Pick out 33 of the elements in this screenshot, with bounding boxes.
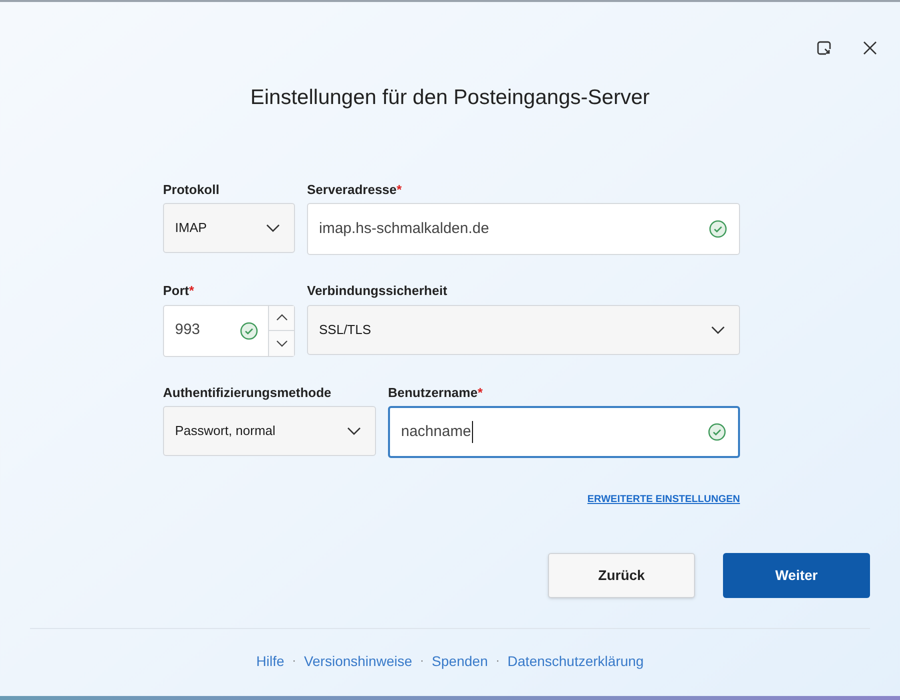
required-asterisk: *	[478, 384, 483, 402]
dropdown[interactable]: IMAP	[163, 203, 295, 253]
field-label: Port	[163, 282, 189, 300]
close-icon[interactable]	[862, 40, 878, 56]
footer-link[interactable]: Hilfe	[256, 651, 284, 672]
input-field[interactable]: nachname	[388, 406, 740, 458]
number-field[interactable]: 993	[163, 304, 295, 356]
advanced-settings-link[interactable]: ERWEITERTE EINSTELLUNGEN	[587, 492, 740, 507]
footer-link[interactable]: Spenden	[432, 651, 488, 672]
chevron-down-icon	[711, 326, 725, 334]
separator-dot: ·	[292, 654, 296, 670]
dropdown[interactable]: SSL/TLS	[307, 304, 740, 354]
next-button[interactable]: Weiter	[723, 553, 870, 598]
back-button[interactable]: Zurück	[548, 553, 695, 598]
required-asterisk: *	[189, 282, 194, 300]
chevron-down-icon	[276, 340, 288, 347]
restore-icon[interactable]	[816, 40, 832, 56]
chevron-up-icon	[276, 314, 288, 322]
separator-dot: ·	[496, 654, 500, 670]
separator-dot: ·	[420, 654, 424, 670]
dialog-title: Einstellungen für den Posteingangs-Server	[250, 85, 650, 111]
footer-link[interactable]: Datenschutzerklärung	[508, 651, 644, 672]
field-label: Authentifizierungsmethode	[163, 384, 332, 402]
chevron-down-icon	[266, 224, 280, 232]
field-label: Protokoll	[163, 180, 220, 198]
input-field[interactable]: imap.hs-schmalkalden.de	[307, 203, 740, 255]
dropdown[interactable]: Passwort, normal	[163, 406, 376, 456]
chevron-down-icon	[347, 427, 361, 435]
required-asterisk: *	[396, 180, 402, 198]
footer-link[interactable]: Versionshinweise	[304, 651, 412, 672]
field-label: Verbindungssicherheit	[307, 282, 448, 300]
field-label: Serveradresse	[307, 180, 397, 198]
field-label: Benutzername	[388, 384, 478, 402]
